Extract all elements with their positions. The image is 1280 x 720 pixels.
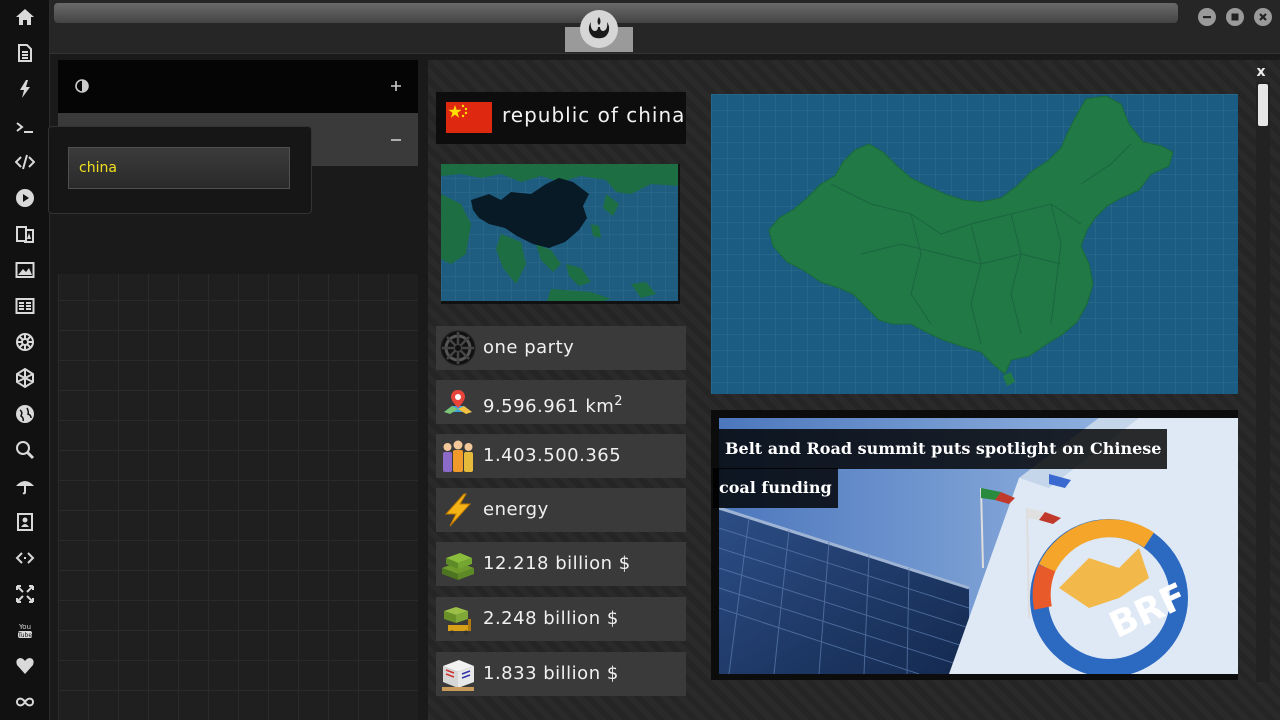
close-window-button[interactable] xyxy=(1254,8,1272,26)
maximize-button[interactable] xyxy=(1226,8,1244,26)
stat-row-population: 1.403.500.365 xyxy=(436,434,686,478)
location-mini-map[interactable] xyxy=(441,164,680,304)
imports-value: 1.833 billion $ xyxy=(483,663,619,684)
minimize-button[interactable] xyxy=(1198,8,1216,26)
exports-value: 2.248 billion $ xyxy=(483,608,619,629)
terminal-icon[interactable] xyxy=(12,114,38,140)
collapse-minus-icon[interactable] xyxy=(388,132,404,148)
search-panel-header xyxy=(58,60,418,113)
money-stack-icon xyxy=(440,546,476,582)
app-window: You Tube china x republic of china one p… xyxy=(0,0,1280,720)
stat-row-energy: energy xyxy=(436,488,686,532)
country-search-input[interactable]: china xyxy=(68,147,290,189)
empire-icon xyxy=(440,330,476,366)
contrast-toggle-icon[interactable] xyxy=(74,78,90,94)
document-icon[interactable] xyxy=(12,40,38,66)
stat-row-exports: 2.248 billion $ xyxy=(436,597,686,641)
search-icon[interactable] xyxy=(12,437,38,463)
youtube-icon[interactable]: You Tube xyxy=(12,617,38,643)
translate-icon[interactable] xyxy=(12,221,38,247)
news-headline-line1[interactable]: Belt and Road summit puts spotlight on C… xyxy=(719,429,1168,469)
country-name: republic of china xyxy=(502,103,686,127)
empire-icon[interactable] xyxy=(12,329,38,355)
stat-row-area: 9.596.961 km2 xyxy=(436,380,686,424)
newspaper-icon[interactable] xyxy=(12,293,38,319)
stat-row-imports: 1.833 billion $ xyxy=(436,652,686,696)
stat-row-government: one party xyxy=(436,326,686,370)
population: 1.403.500.365 xyxy=(483,445,622,466)
country-area: 9.596.961 km2 xyxy=(483,394,624,417)
play-icon[interactable] xyxy=(12,185,38,211)
scrollbar-thumb[interactable] xyxy=(1258,84,1268,126)
infinity-icon[interactable] xyxy=(12,689,38,715)
import-boxes-icon xyxy=(440,656,476,692)
stat-row-gdp: 12.218 billion $ xyxy=(436,542,686,586)
contacts-icon[interactable] xyxy=(12,509,38,535)
export-money-icon xyxy=(440,601,476,637)
news-headline-line2[interactable]: coal funding xyxy=(713,468,838,508)
close-panel-button[interactable]: x xyxy=(1254,64,1268,80)
map-pin-icon xyxy=(440,384,476,420)
link-icon[interactable] xyxy=(12,545,38,571)
people-icon xyxy=(440,438,476,474)
government-type: one party xyxy=(483,337,575,358)
image-icon[interactable] xyxy=(12,257,38,283)
top-bar xyxy=(50,0,1280,54)
rebel-alliance-logo-icon xyxy=(580,10,618,48)
left-sidebar: You Tube xyxy=(0,0,50,720)
umbrella-icon[interactable] xyxy=(12,473,38,499)
heart-icon[interactable] xyxy=(12,653,38,679)
svg-text:Tube: Tube xyxy=(17,632,32,639)
energy-label: energy xyxy=(483,499,549,520)
svg-text:You: You xyxy=(18,623,31,631)
lightning-icon[interactable] xyxy=(12,76,38,102)
jedi-order-icon[interactable] xyxy=(12,365,38,391)
expand-icon[interactable] xyxy=(12,581,38,607)
lightning-icon xyxy=(440,492,476,528)
home-icon[interactable] xyxy=(12,4,38,30)
code-icon[interactable] xyxy=(12,149,38,175)
globe-icon[interactable] xyxy=(12,401,38,427)
gdp-value: 12.218 billion $ xyxy=(483,553,631,574)
country-detail-map[interactable] xyxy=(711,94,1238,394)
scrollbar-track[interactable] xyxy=(1256,82,1270,682)
expand-plus-icon[interactable] xyxy=(388,78,404,94)
china-flag-icon xyxy=(446,102,492,133)
